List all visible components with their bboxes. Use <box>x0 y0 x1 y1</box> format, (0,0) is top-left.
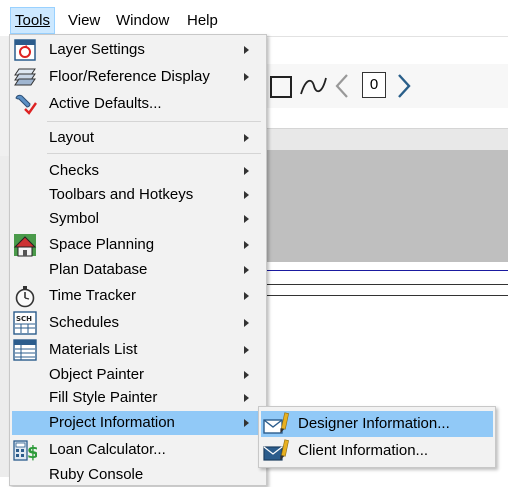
tab-strip <box>264 128 508 152</box>
designer-info-icon <box>263 412 289 434</box>
menu-item-loan-calculator[interactable]: $ Loan Calculator... <box>12 438 264 462</box>
next-arrow-icon[interactable] <box>394 72 414 100</box>
menu-item-label: Schedules <box>49 314 120 331</box>
submenu-arrow-icon <box>244 419 249 427</box>
menu-item-layer-settings[interactable]: Layer Settings <box>12 38 264 62</box>
menu-window[interactable]: Window <box>111 9 174 33</box>
floor-display-icon <box>14 68 36 86</box>
menu-item-label: Space Planning <box>49 236 155 253</box>
menu-item-label: Active Defaults... <box>49 95 162 112</box>
menu-item-label: Layout <box>49 129 95 146</box>
submenu-arrow-icon <box>244 73 249 81</box>
submenu-item-label: Designer Information... <box>298 415 450 432</box>
submenu-item-label: Client Information... <box>298 442 429 459</box>
menu-item-ruby-console[interactable]: Ruby Console <box>12 463 264 487</box>
schedule-icon: SCH <box>13 311 37 335</box>
submenu-arrow-icon <box>244 394 249 402</box>
materials-list-icon <box>13 339 37 361</box>
submenu-item-client-information[interactable]: Client Information... <box>261 438 493 464</box>
wall-line <box>264 295 508 296</box>
submenu-arrow-icon <box>244 134 249 142</box>
menu-item-layout[interactable]: Layout <box>12 126 264 150</box>
stopwatch-icon <box>15 286 35 308</box>
menu-item-time-tracker[interactable]: Time Tracker <box>12 284 264 308</box>
menu-item-fill-style-painter[interactable]: Fill Style Painter <box>12 386 264 410</box>
menu-item-label: Checks <box>49 162 100 179</box>
submenu-arrow-icon <box>244 191 249 199</box>
menu-item-label: Symbol <box>49 210 100 227</box>
wall-line <box>264 284 508 285</box>
menu-item-label: Plan Database <box>49 261 148 278</box>
submenu-arrow-icon <box>244 215 249 223</box>
submenu-arrow-icon <box>244 292 249 300</box>
submenu-item-designer-information[interactable]: Designer Information... <box>261 411 493 437</box>
spline-tool-icon[interactable] <box>298 74 328 98</box>
menu-item-symbol[interactable]: Symbol <box>12 207 264 231</box>
menu-item-label: Project Information <box>49 414 175 431</box>
menu-tools-label: Tools <box>15 12 51 29</box>
menu-item-label: Layer Settings <box>49 41 145 58</box>
menu-separator <box>47 121 261 122</box>
submenu-arrow-icon <box>244 167 249 175</box>
submenu-arrow-icon <box>244 346 249 354</box>
client-info-icon <box>263 439 289 461</box>
submenu-arrow-icon <box>244 371 249 379</box>
loan-calculator-icon: $ <box>13 440 37 462</box>
svg-text:$: $ <box>27 443 37 462</box>
blue-guide-line <box>264 270 508 271</box>
space-planning-icon <box>13 234 37 257</box>
menu-item-label: Loan Calculator... <box>49 441 166 458</box>
menu-item-checks[interactable]: Checks <box>12 159 264 183</box>
menu-window-label: Window <box>116 12 170 29</box>
menu-item-schedules[interactable]: SCH Schedules <box>12 311 264 335</box>
menu-item-label: Time Tracker <box>49 287 136 304</box>
menu-item-label: Object Painter <box>49 366 145 383</box>
menu-help-label: Help <box>187 12 218 29</box>
menubar: Tools View Window Help <box>0 0 508 37</box>
menu-item-label: Materials List <box>49 341 138 358</box>
drawing-toolbar: 0 <box>264 64 508 108</box>
submenu-arrow-icon <box>244 241 249 249</box>
layer-settings-icon <box>14 39 36 61</box>
menu-view[interactable]: View <box>63 9 105 33</box>
tools-menu: Layer Settings Floor/Reference Display A… <box>9 34 267 486</box>
menu-separator <box>47 153 261 154</box>
menu-item-label: Toolbars and Hotkeys <box>49 186 194 203</box>
project-information-submenu: Designer Information... Client Informati… <box>258 406 496 468</box>
menu-item-label: Fill Style Painter <box>49 389 158 406</box>
menu-help[interactable]: Help <box>182 9 223 33</box>
menu-item-project-information[interactable]: Project Information <box>12 411 264 435</box>
menu-item-floor-reference-display[interactable]: Floor/Reference Display <box>12 65 264 89</box>
submenu-arrow-icon <box>244 46 249 54</box>
active-defaults-icon <box>15 94 37 115</box>
counter-display: 0 <box>362 72 386 98</box>
svg-text:SCH: SCH <box>16 315 32 323</box>
menu-item-object-painter[interactable]: Object Painter <box>12 363 264 387</box>
menu-view-label: View <box>68 12 101 29</box>
rectangle-tool-icon[interactable] <box>270 76 292 98</box>
menu-item-label: Floor/Reference Display <box>49 68 210 85</box>
submenu-arrow-icon <box>244 266 249 274</box>
menu-item-space-planning[interactable]: Space Planning <box>12 233 264 257</box>
previous-arrow-icon[interactable] <box>332 72 352 100</box>
menu-item-active-defaults[interactable]: Active Defaults... <box>12 92 264 116</box>
menu-tools[interactable]: Tools <box>10 7 56 34</box>
menu-item-materials-list[interactable]: Materials List <box>12 338 264 362</box>
menu-item-plan-database[interactable]: Plan Database <box>12 258 264 282</box>
menu-item-toolbars-hotkeys[interactable]: Toolbars and Hotkeys <box>12 183 264 207</box>
drawing-area-panel <box>264 150 508 262</box>
menu-item-label: Ruby Console <box>49 466 144 483</box>
submenu-arrow-icon <box>244 319 249 327</box>
